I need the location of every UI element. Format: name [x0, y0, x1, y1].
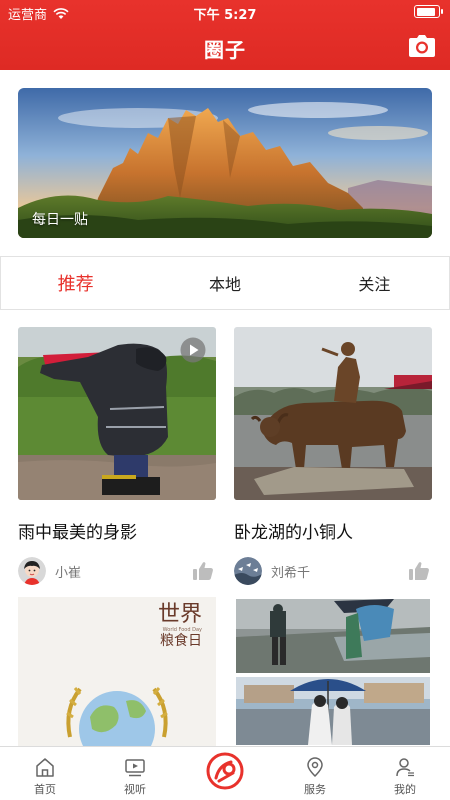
status-bar: 运营商 下午 5:27: [0, 0, 450, 24]
battery-icon: [414, 5, 443, 18]
thumbs-up-icon[interactable]: [192, 561, 214, 581]
poster-title: 世界: [157, 602, 202, 627]
post-title: 雨中最美的身影: [18, 523, 137, 543]
tab-recommended[interactable]: 推荐: [1, 257, 150, 309]
post-image: [18, 327, 216, 500]
avatar[interactable]: [234, 557, 262, 585]
nav-media-label: 视听: [124, 783, 146, 796]
nav-services[interactable]: 服务: [270, 747, 360, 800]
post-image: 世界 World Food Day 粮食日: [18, 597, 216, 747]
location-pin-icon: [307, 757, 323, 778]
app-header: 运营商 下午 5:27 圈子: [0, 0, 450, 70]
rain-street-collage-image: [234, 597, 432, 747]
post-card[interactable]: [234, 597, 432, 747]
poster-subtitle: 粮食日: [160, 633, 202, 649]
nav-home-label: 首页: [34, 783, 56, 796]
daily-post-banner[interactable]: 每日一贴: [18, 88, 432, 238]
center-logo-icon: [206, 752, 244, 790]
post-image: [234, 327, 432, 500]
nav-home[interactable]: 首页: [0, 747, 90, 800]
bottom-navigation: 首页 视听 服务 我的: [0, 746, 450, 800]
post-card[interactable]: 世界 World Food Day 粮食日: [18, 597, 216, 747]
user-icon: [396, 758, 414, 777]
nav-profile-label: 我的: [394, 783, 416, 796]
status-time: 下午 5:27: [193, 8, 257, 23]
author-name: 刘希千: [271, 565, 311, 581]
camera-icon[interactable]: [408, 34, 436, 58]
nav-media[interactable]: 视听: [90, 747, 180, 800]
nav-center[interactable]: [180, 747, 270, 800]
author-name: 小崔: [55, 565, 82, 581]
post-meta: 刘希千: [234, 557, 432, 585]
home-icon: [36, 758, 54, 777]
feed-tabs: 推荐 本地 关注: [0, 256, 450, 310]
bronze-statue-image: [234, 327, 432, 500]
post-title: 卧龙湖的小铜人: [234, 523, 353, 543]
post-card[interactable]: 卧龙湖的小铜人 刘希千: [234, 327, 432, 585]
tv-icon: [125, 759, 145, 777]
play-icon[interactable]: [180, 337, 206, 363]
post-meta: 小崔: [18, 557, 216, 585]
avatar[interactable]: [18, 557, 46, 585]
page-title: 圈子: [204, 38, 246, 62]
post-card[interactable]: 雨中最美的身影 小崔: [18, 327, 216, 585]
tab-local[interactable]: 本地: [150, 257, 299, 309]
post-image: [234, 597, 432, 747]
battery-level: [416, 7, 435, 16]
tab-following[interactable]: 关注: [300, 257, 449, 309]
thumbs-up-icon[interactable]: [408, 561, 430, 581]
nav-profile[interactable]: 我的: [360, 747, 450, 800]
banner-label: 每日一贴: [32, 212, 88, 228]
nav-services-label: 服务: [304, 783, 326, 796]
